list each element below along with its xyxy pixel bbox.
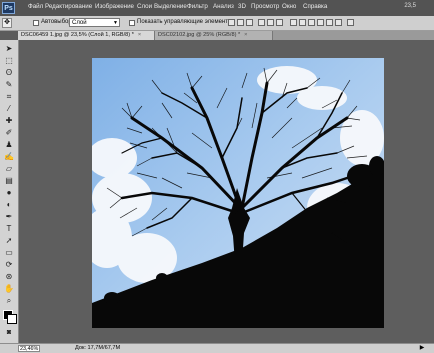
background-color-swatch[interactable] xyxy=(7,314,17,324)
status-zoom-field[interactable]: 23,46% xyxy=(18,345,40,352)
menu-window[interactable]: Окно xyxy=(282,3,296,10)
lasso-tool-icon[interactable]: ʘ xyxy=(4,68,14,78)
show-controls-label: Показать управляющие элементы xyxy=(137,19,233,25)
menu-image[interactable]: Изображение xyxy=(95,3,134,10)
3d-orbit-tool-icon[interactable]: ⊛ xyxy=(4,272,14,282)
menu-bar: Ps Файл Редактирование Изображение Слои … xyxy=(0,0,434,16)
3d-rotate-tool-icon[interactable]: ⟳ xyxy=(4,260,14,270)
brush-tool-icon[interactable]: ✐ xyxy=(4,128,14,138)
menu-file[interactable]: Файл xyxy=(28,3,43,10)
auto-align-icon[interactable] xyxy=(347,19,354,26)
marquee-tool-icon[interactable]: ⬚ xyxy=(4,56,14,66)
close-icon[interactable]: × xyxy=(244,32,247,38)
distribute-hcenter-icon[interactable] xyxy=(326,19,333,26)
menu-analysis[interactable]: Анализ xyxy=(213,3,234,10)
align-top-icon[interactable] xyxy=(228,19,235,26)
blur-tool-icon[interactable]: ● xyxy=(4,188,14,198)
document-image[interactable] xyxy=(92,58,384,328)
menu-3d[interactable]: 3D xyxy=(238,3,246,10)
align-right-icon[interactable] xyxy=(276,19,283,26)
autoselect-dropdown[interactable]: Слой ▼ xyxy=(69,18,120,27)
quick-select-tool-icon[interactable]: ✎ xyxy=(4,80,14,90)
menu-edit[interactable]: Редактирование xyxy=(45,3,92,10)
move-tool-preset-icon[interactable]: ✥ xyxy=(2,18,12,28)
menu-filter[interactable]: Фильтр xyxy=(187,3,208,10)
autoselect-value: Слой xyxy=(72,20,87,26)
menu-layers[interactable]: Слои xyxy=(137,3,152,10)
align-vcenter-icon[interactable] xyxy=(237,19,244,26)
eyedropper-tool-icon[interactable]: ⁄ xyxy=(4,104,14,114)
tab-document-1[interactable]: DSC06459 1.jpg @ 23,5% (Слой 1, RGB/8) *… xyxy=(18,31,155,40)
align-hcenter-icon[interactable] xyxy=(267,19,274,26)
gradient-tool-icon[interactable]: ▤ xyxy=(4,176,14,186)
dodge-tool-icon[interactable]: ◐ xyxy=(4,200,14,210)
distribute-bottom-icon[interactable] xyxy=(308,19,315,26)
crop-tool-icon[interactable]: ⌗ xyxy=(4,92,14,102)
chevron-down-icon: ▼ xyxy=(113,20,118,26)
autoselect-checkbox[interactable] xyxy=(33,20,39,26)
shape-tool-icon[interactable]: ▭ xyxy=(4,248,14,258)
photoshop-logo-icon: Ps xyxy=(2,2,15,14)
menu-select[interactable]: Выделение xyxy=(154,3,187,10)
quick-mask-icon[interactable]: ◙ xyxy=(4,328,14,338)
menu-view[interactable]: Просмотр xyxy=(251,3,279,10)
history-brush-tool-icon[interactable]: ✍ xyxy=(4,152,14,162)
options-bar: ✥ Автовыбор: Слой ▼ Показать управляющие… xyxy=(0,16,434,31)
zoom-readout[interactable]: 23,5 xyxy=(404,3,416,9)
type-tool-icon[interactable]: T xyxy=(4,224,14,234)
tab-document-2-label: DSC02102.jpg @ 25% (RGB/8) * xyxy=(158,32,241,38)
document-tabs: DSC06459 1.jpg @ 23,5% (Слой 1, RGB/8) *… xyxy=(18,31,434,40)
tab-document-1-label: DSC06459 1.jpg @ 23,5% (Слой 1, RGB/8) * xyxy=(21,32,134,38)
move-tool-icon[interactable]: ➤ xyxy=(4,44,14,54)
align-bottom-icon[interactable] xyxy=(246,19,253,26)
clone-stamp-tool-icon[interactable]: ♟ xyxy=(4,140,14,150)
align-left-icon[interactable] xyxy=(258,19,265,26)
pen-tool-icon[interactable]: ✒ xyxy=(4,212,14,222)
distribute-vcenter-icon[interactable] xyxy=(299,19,306,26)
distribute-top-icon[interactable] xyxy=(290,19,297,26)
menu-help[interactable]: Справка xyxy=(303,3,327,10)
zoom-tool-icon[interactable]: ⌕ xyxy=(4,296,14,306)
show-controls-checkbox[interactable] xyxy=(129,20,135,26)
distribute-right-icon[interactable] xyxy=(335,19,342,26)
path-selection-tool-icon[interactable]: ➚ xyxy=(4,236,14,246)
healing-tool-icon[interactable]: ✚ xyxy=(4,116,14,126)
eraser-tool-icon[interactable]: ▱ xyxy=(4,164,14,174)
hand-tool-icon[interactable]: ✋ xyxy=(4,284,14,294)
toolbox: ➤ ⬚ ʘ ✎ ⌗ ⁄ ✚ ✐ ♟ ✍ ▱ ▤ ● ◐ ✒ T ➚ ▭ ⟳ ⊛ … xyxy=(0,40,19,343)
tree-photo xyxy=(92,58,384,328)
distribute-left-icon[interactable] xyxy=(317,19,324,26)
close-icon[interactable]: × xyxy=(138,32,141,38)
tab-document-2[interactable]: DSC02102.jpg @ 25% (RGB/8) * × xyxy=(155,31,273,40)
